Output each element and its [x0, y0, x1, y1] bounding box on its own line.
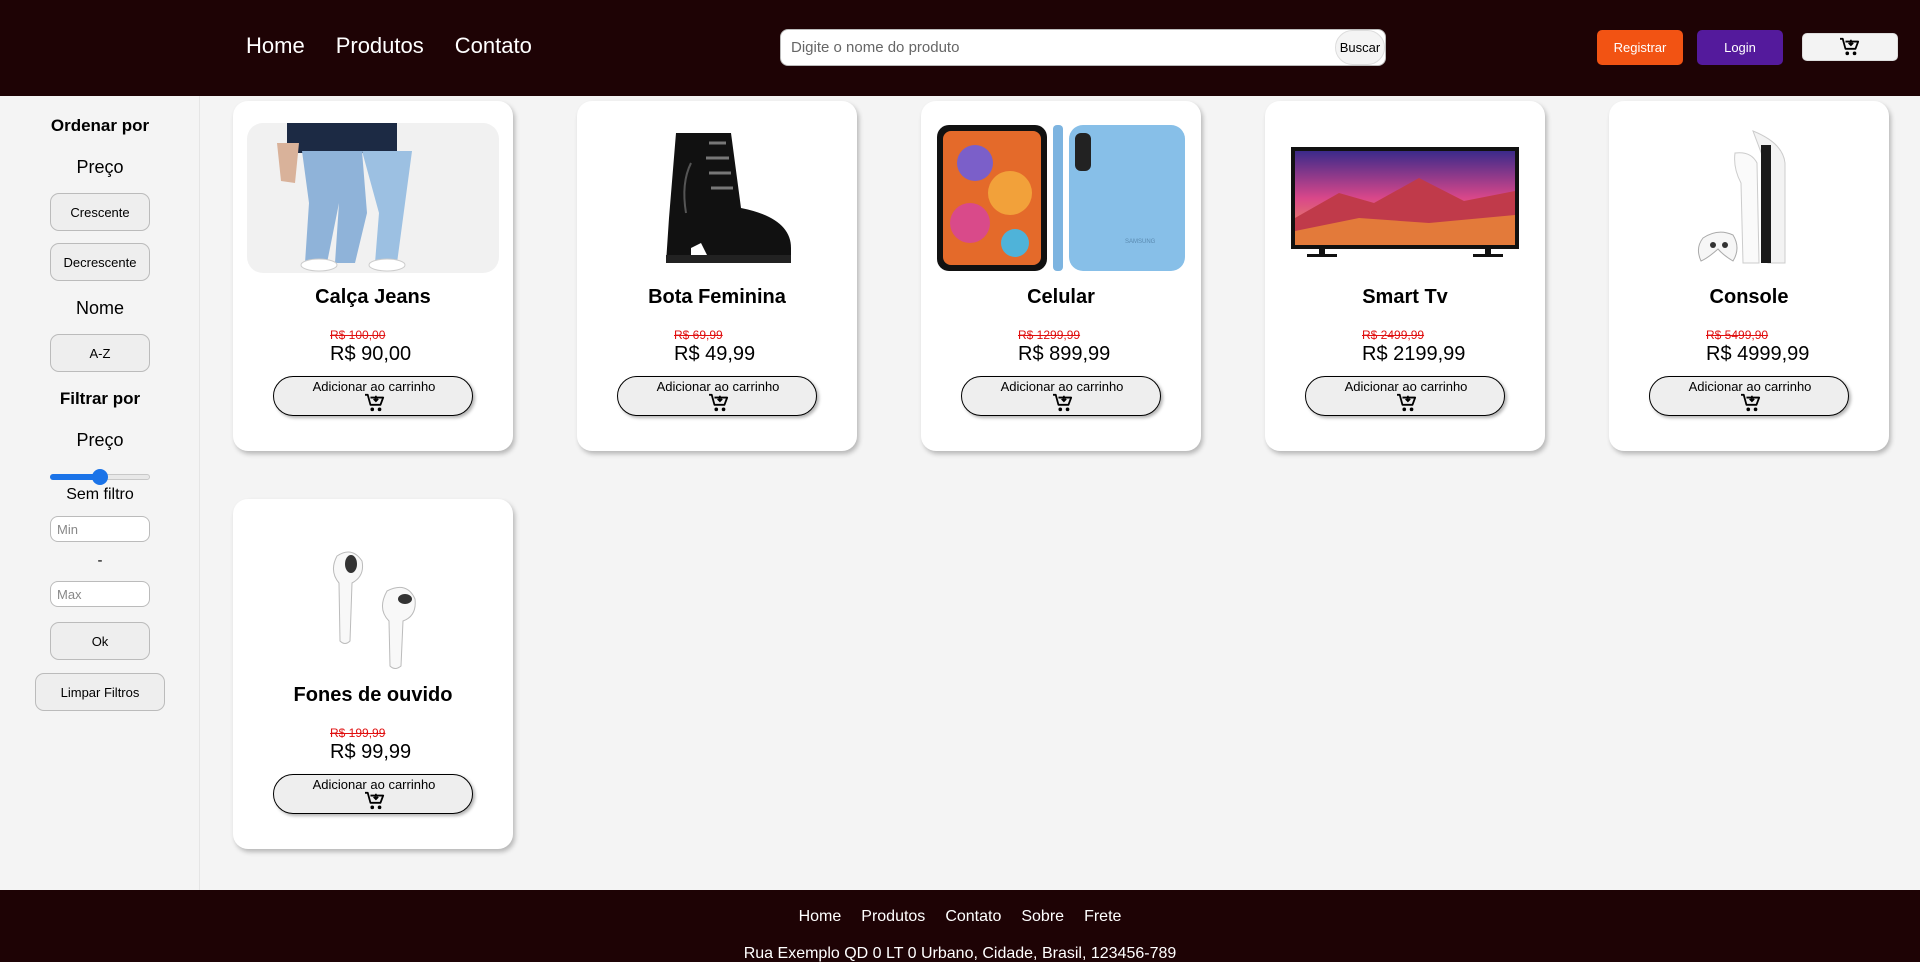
- add-to-cart-label: Adicionar ao carrinho: [1344, 379, 1468, 394]
- sort-ascending-button[interactable]: Crescente: [50, 193, 150, 231]
- tv-image: [1279, 123, 1531, 273]
- product-old-price: R$ 1299,99: [1018, 328, 1081, 342]
- earbuds-image: [247, 521, 499, 671]
- filter-title: Filtrar por: [59, 389, 141, 408]
- add-to-cart-button[interactable]: Adicionar ao carrinho: [273, 376, 473, 416]
- cart-icon: [1741, 393, 1761, 412]
- product-card: Calça Jeans R$ 100,00 R$ 90,00 Adicionar…: [233, 101, 513, 451]
- product-name: Bota Feminina: [648, 286, 786, 308]
- sort-title: Ordenar por: [50, 116, 150, 135]
- boot-image: [591, 123, 843, 273]
- apply-filter-button[interactable]: Ok: [50, 622, 150, 660]
- product-name: Celular: [1027, 286, 1095, 308]
- product-old-price: R$ 2499,99: [1362, 328, 1425, 342]
- add-to-cart-label: Adicionar ao carrinho: [312, 379, 436, 394]
- nav-home-link[interactable]: Home: [246, 33, 305, 59]
- product-old-price: R$ 69,99: [674, 328, 723, 342]
- product-name: Console: [1709, 286, 1789, 308]
- product-card: Bota Feminina R$ 69,99 R$ 49,99 Adiciona…: [577, 101, 857, 451]
- product-price: R$ 2199,99: [1362, 343, 1466, 365]
- product-price: R$ 4999,99: [1706, 343, 1810, 365]
- sort-name-label: Nome: [75, 298, 124, 318]
- cart-button[interactable]: [1802, 33, 1898, 61]
- product-old-price: R$ 100,00: [330, 328, 386, 342]
- product-price: R$ 49,99: [674, 343, 756, 365]
- add-to-cart-label: Adicionar ao carrinho: [1688, 379, 1812, 394]
- register-button[interactable]: Registrar: [1597, 30, 1683, 65]
- svg-text:SAMSUNG: SAMSUNG: [1125, 239, 1156, 245]
- sort-price-label: Preço: [76, 157, 124, 177]
- cart-icon: [1053, 393, 1073, 412]
- phone-image: SAMSUNG: [935, 123, 1187, 273]
- search-button[interactable]: Buscar: [1335, 30, 1385, 65]
- nav-contato-link[interactable]: Contato: [455, 33, 532, 59]
- product-card: Fones de ouvido R$ 199,99 R$ 99,99 Adici…: [233, 499, 513, 849]
- product-card: SAMSUNG Celular R$ 1299,99 R$ 899,99 Adi…: [921, 101, 1201, 451]
- sort-descending-button[interactable]: Decrescente: [50, 243, 150, 281]
- cart-icon: [365, 393, 385, 412]
- product-card: Console R$ 5499,90 R$ 4999,99 Adicionar …: [1609, 101, 1889, 451]
- main-nav: Home Produtos Contato: [246, 33, 532, 59]
- min-price-input[interactable]: [50, 516, 150, 542]
- cart-icon: [709, 393, 729, 412]
- product-old-price: R$ 199,99: [330, 726, 386, 740]
- login-button[interactable]: Login: [1697, 30, 1783, 65]
- search-bar: Buscar: [780, 29, 1386, 66]
- product-name: Calça Jeans: [315, 286, 431, 308]
- footer-sobre-link[interactable]: Sobre: [1021, 908, 1064, 926]
- add-to-cart-button[interactable]: Adicionar ao carrinho: [961, 376, 1161, 416]
- product-name: Smart Tv: [1362, 286, 1448, 308]
- product-price: R$ 99,99: [330, 741, 412, 763]
- console-image: [1623, 123, 1875, 273]
- max-price-input[interactable]: [50, 581, 150, 607]
- add-to-cart-button[interactable]: Adicionar ao carrinho: [273, 774, 473, 814]
- range-separator: -: [97, 552, 103, 569]
- add-to-cart-button[interactable]: Adicionar ao carrinho: [617, 376, 817, 416]
- cart-icon: [365, 791, 385, 810]
- search-input[interactable]: [791, 30, 1311, 65]
- price-slider[interactable]: [50, 469, 150, 485]
- jeans-image: [247, 123, 499, 273]
- add-to-cart-label: Adicionar ao carrinho: [656, 379, 780, 394]
- product-price: R$ 90,00: [330, 343, 412, 365]
- slider-thumb[interactable]: [92, 469, 108, 485]
- add-to-cart-label: Adicionar ao carrinho: [312, 777, 436, 792]
- footer-frete-link[interactable]: Frete: [1084, 908, 1121, 926]
- product-old-price: R$ 5499,90: [1706, 328, 1769, 342]
- filter-sidebar: Ordenar por Preço Crescente Decrescente …: [0, 96, 200, 890]
- cart-icon: [1397, 393, 1417, 412]
- add-to-cart-label: Adicionar ao carrinho: [1000, 379, 1124, 394]
- product-price: R$ 899,99: [1018, 343, 1111, 365]
- filter-status: Sem filtro: [66, 486, 134, 503]
- add-to-cart-button[interactable]: Adicionar ao carrinho: [1305, 376, 1505, 416]
- footer-address: Rua Exemplo QD 0 LT 0 Urbano, Cidade, Br…: [743, 945, 1177, 962]
- site-header: Home Produtos Contato Buscar Registrar L…: [0, 0, 1920, 96]
- cart-icon: [1840, 37, 1860, 56]
- product-card: Smart Tv R$ 2499,99 R$ 2199,99 Adicionar…: [1265, 101, 1545, 451]
- product-name: Fones de ouvido: [293, 684, 453, 706]
- add-to-cart-button[interactable]: Adicionar ao carrinho: [1649, 376, 1849, 416]
- site-footer: Home Produtos Contato Sobre Frete Rua Ex…: [0, 890, 1920, 962]
- footer-produtos-link[interactable]: Produtos: [861, 908, 925, 926]
- footer-home-link[interactable]: Home: [799, 908, 842, 926]
- filter-price-label: Preço: [76, 430, 124, 450]
- nav-produtos-link[interactable]: Produtos: [336, 33, 424, 59]
- sort-az-button[interactable]: A-Z: [50, 334, 150, 372]
- clear-filters-button[interactable]: Limpar Filtros: [35, 673, 165, 711]
- footer-contato-link[interactable]: Contato: [945, 908, 1001, 926]
- footer-nav: Home Produtos Contato Sobre Frete: [0, 908, 1920, 926]
